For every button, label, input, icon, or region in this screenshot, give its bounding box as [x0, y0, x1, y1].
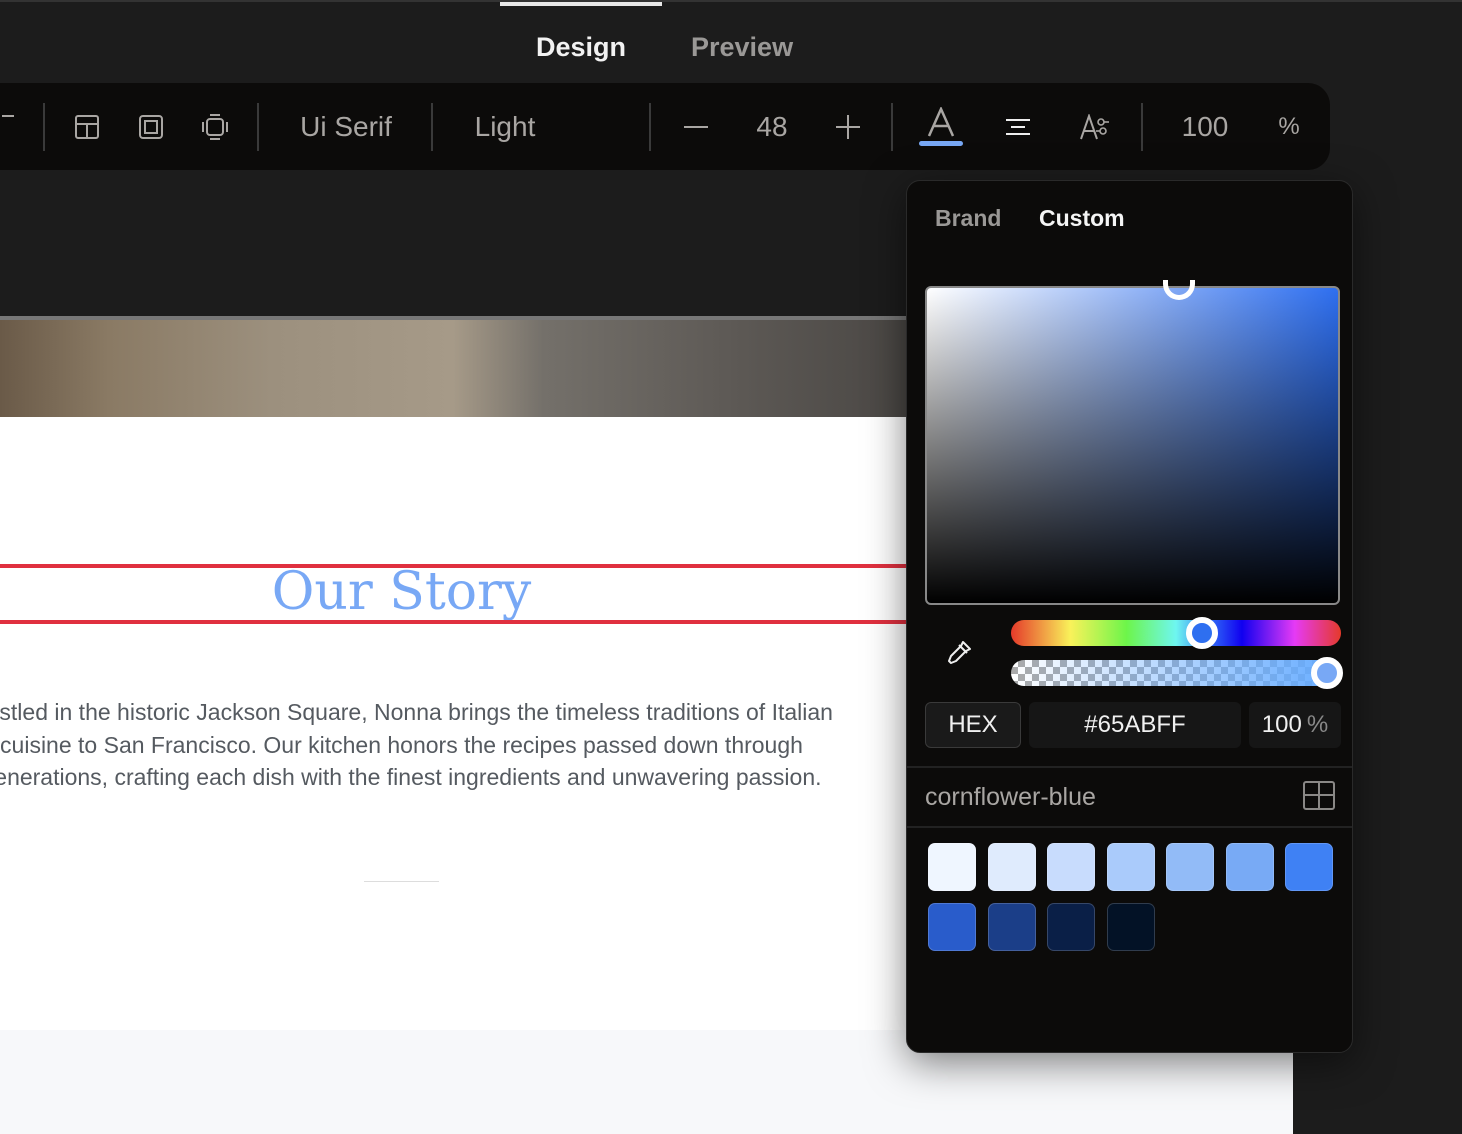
layout-icon[interactable]: [70, 83, 104, 170]
color-swatch[interactable]: [1106, 903, 1155, 951]
section-heading[interactable]: Our Story: [0, 562, 803, 622]
divider: [431, 103, 433, 151]
alpha-input[interactable]: 100%: [1249, 702, 1341, 748]
saturation-value-area[interactable]: [925, 280, 1340, 605]
color-picker-popover: Brand Custom HEX #65ABFF 100% cornflower…: [906, 180, 1353, 1053]
canvas-backdrop: [0, 170, 906, 318]
alpha-unit: %: [1306, 711, 1329, 738]
text-align-center-icon[interactable]: [1002, 83, 1034, 170]
color-swatch[interactable]: [1047, 903, 1095, 951]
palette-name: cornflower-blue: [925, 783, 1096, 811]
plus-icon: [836, 114, 860, 139]
hue-handle[interactable]: [1186, 617, 1219, 649]
selection-guide-bottom: [0, 620, 906, 624]
tab-design[interactable]: Design: [536, 32, 626, 63]
font-family-select[interactable]: Ui Serif: [282, 83, 410, 170]
margin-icon[interactable]: [198, 83, 232, 170]
color-swatch[interactable]: [928, 843, 976, 891]
divider: [907, 766, 1352, 768]
tab-custom[interactable]: Custom: [1039, 205, 1125, 232]
increase-font-size-button[interactable]: [832, 83, 864, 170]
opacity-unit: %: [1278, 112, 1300, 140]
section-paragraph[interactable]: Nestled in the historic Jackson Square, …: [0, 696, 863, 794]
truncated-icon[interactable]: [0, 83, 16, 170]
text-settings-icon[interactable]: [1076, 83, 1112, 170]
hue-slider[interactable]: [1011, 617, 1341, 649]
decrease-font-size-button[interactable]: [680, 83, 712, 170]
saturation-value-handle[interactable]: [1163, 280, 1195, 300]
color-swatch[interactable]: [987, 843, 1036, 891]
color-swatch[interactable]: [987, 903, 1036, 951]
divider: [891, 103, 893, 151]
tab-preview[interactable]: Preview: [691, 32, 793, 63]
tab-brand[interactable]: Brand: [935, 205, 1001, 232]
eyedropper-icon[interactable]: [945, 639, 973, 672]
text-color-button[interactable]: [918, 83, 964, 170]
padding-icon[interactable]: [134, 83, 168, 170]
alpha-handle[interactable]: [1311, 657, 1343, 689]
hex-input[interactable]: #65ABFF: [1029, 702, 1241, 748]
color-swatch[interactable]: [1047, 843, 1095, 891]
grid-view-icon[interactable]: [1303, 781, 1335, 816]
text-color-icon: [927, 107, 955, 137]
hero-image[interactable]: [0, 316, 906, 417]
color-swatch[interactable]: [1166, 843, 1214, 891]
color-swatch[interactable]: [1106, 843, 1155, 891]
color-swatch[interactable]: [1285, 843, 1333, 891]
font-size-input[interactable]: 48: [740, 83, 804, 170]
top-bar: Design Preview: [0, 0, 1462, 83]
alpha-value: 100: [1261, 711, 1302, 738]
font-weight-select[interactable]: Light: [455, 83, 555, 170]
color-swatch[interactable]: [1225, 843, 1274, 891]
opacity-input[interactable]: 100: [1170, 83, 1240, 170]
divider: [649, 103, 651, 151]
divider: [43, 103, 45, 151]
divider: [257, 103, 259, 151]
decorative-divider: [364, 881, 439, 882]
color-format-select[interactable]: HEX: [925, 702, 1021, 748]
alpha-slider[interactable]: [1011, 660, 1341, 686]
text-toolbar: Ui Serif Light 48 100 %: [0, 83, 1330, 170]
active-tab-indicator: [500, 2, 662, 6]
divider: [907, 826, 1352, 828]
divider: [1141, 103, 1143, 151]
minus-icon: [684, 125, 708, 128]
color-swatch[interactable]: [928, 903, 976, 951]
